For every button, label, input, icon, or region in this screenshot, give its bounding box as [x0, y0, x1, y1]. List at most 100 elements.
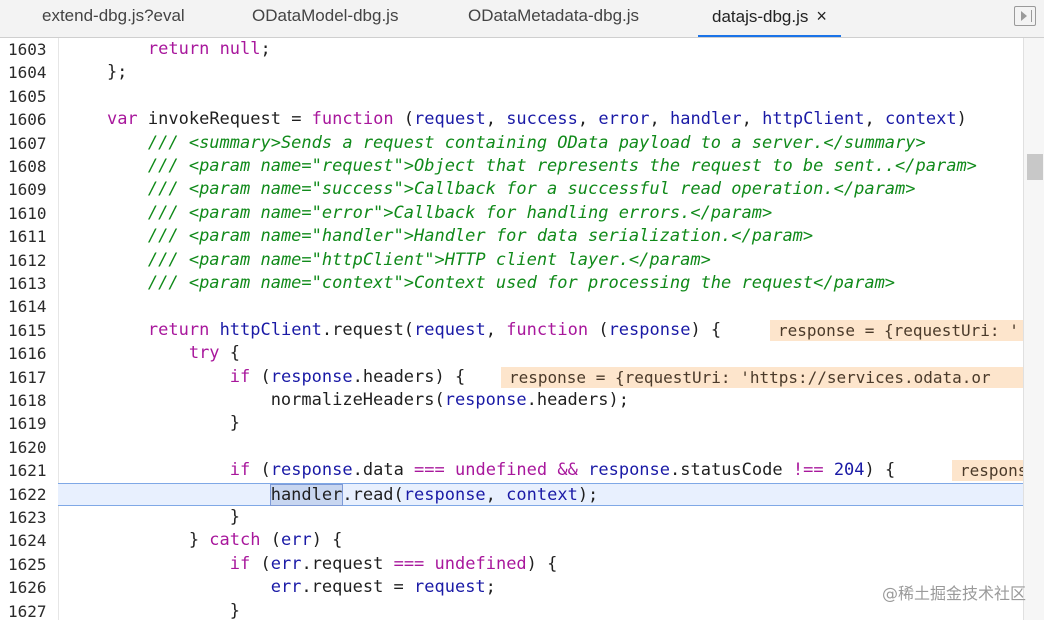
- code-token: response: [270, 366, 353, 387]
- tab-datajs-dbg[interactable]: datajs-dbg.js ×: [698, 0, 841, 37]
- tab-odatametadata-dbg[interactable]: ODataMetadata-dbg.js: [468, 0, 639, 37]
- code-token: ) {: [864, 460, 896, 481]
- code-token: null: [219, 39, 261, 59]
- code-text: if (err.request === undefined) {: [66, 553, 558, 576]
- code-token: .statusCode: [670, 460, 793, 481]
- comment-token: /// <param name="error">Callback for han…: [147, 202, 773, 223]
- code-token: handler: [670, 109, 742, 130]
- comment-token: /// <param name="httpClient">HTTP client…: [147, 249, 711, 270]
- code-text: /// <param name="httpClient">HTTP client…: [66, 249, 711, 272]
- code-line: /// <param name="success">Callback for a…: [0, 178, 1024, 201]
- code-token: (: [250, 460, 271, 481]
- code-token: request: [414, 577, 486, 598]
- code-line: /// <param name="error">Callback for han…: [0, 202, 1024, 225]
- tab-odatamodel-dbg[interactable]: ODataModel-dbg.js: [252, 0, 398, 37]
- code-editor[interactable]: 1603 1604 1605 1606 1607 1608 1609 1610 1611 1612…: [0, 38, 1044, 620]
- code-token: ;: [485, 577, 496, 598]
- code-line: /// <param name="request">Object that re…: [0, 155, 1024, 178]
- code-token: .headers) {: [352, 366, 466, 387]
- code-line: /// <param name="httpClient">HTTP client…: [0, 249, 1024, 272]
- code-token: var: [106, 109, 138, 130]
- code-token: function: [506, 319, 589, 340]
- code-token: request: [414, 109, 486, 130]
- code-token: }: [66, 530, 210, 551]
- code-token: if: [229, 553, 251, 574]
- code-token: ,: [485, 319, 507, 340]
- tab-extend-dbg[interactable]: extend-dbg.js?eval: [42, 0, 185, 37]
- code-text: } catch (err) {: [66, 529, 343, 552]
- code-token: ,: [864, 109, 885, 130]
- code-text: var invokeRequest = function (request, s…: [66, 108, 967, 131]
- code-line: }: [0, 412, 1024, 435]
- code-token: &&: [557, 460, 578, 481]
- close-tab-icon[interactable]: ×: [816, 6, 827, 26]
- code-token: .read(: [342, 484, 404, 505]
- code-token: (: [393, 109, 415, 130]
- code-token: ,: [649, 109, 670, 130]
- inline-value-hint[interactable]: response = {requestUri: 'https://service…: [501, 366, 1024, 388]
- code-token: (: [260, 530, 281, 551]
- line-number[interactable]: 1622: [8, 483, 54, 506]
- code-line: }: [0, 506, 1024, 529]
- code-token: ,: [577, 109, 599, 130]
- tab-label: extend-dbg.js?eval: [42, 6, 185, 25]
- code-token: );: [577, 484, 599, 505]
- code-token: }: [66, 413, 240, 434]
- comment-token: /// <param name="request">Object that re…: [147, 156, 977, 176]
- code-line: };: [0, 61, 1024, 84]
- code-line: normalizeHeaders(response.headers);: [0, 389, 1024, 412]
- code-token: return: [147, 39, 210, 59]
- code-line: return null;: [0, 38, 1024, 61]
- inline-value-hint[interactable]: response: [952, 460, 1024, 482]
- code-line: if (response.data === undefined && respo…: [0, 459, 1024, 482]
- code-text: }: [66, 506, 240, 529]
- code-line: return httpClient.request(request, funct…: [0, 319, 1024, 342]
- code-token: if: [229, 460, 251, 481]
- editor-tab-bar: extend-dbg.js?eval ODataModel-dbg.js ODa…: [0, 0, 1044, 38]
- code-line: if (err.request === undefined) {: [0, 553, 1024, 576]
- code-token: ,: [485, 109, 507, 130]
- tab-label: datajs-dbg.js: [712, 7, 809, 26]
- vertical-scrollbar[interactable]: [1023, 38, 1044, 620]
- code-line: /// <param name="context">Context used f…: [0, 272, 1024, 295]
- watermark: @稀土掘金技术社区: [881, 584, 1026, 603]
- comment-token: /// <param name="context">Context used f…: [147, 273, 896, 293]
- code-token: err: [270, 553, 302, 574]
- code-line: if (response.headers) {response = {reque…: [0, 366, 1024, 389]
- code-token: response: [444, 390, 527, 410]
- code-token: ) {: [311, 530, 343, 551]
- code-token: err: [270, 577, 302, 598]
- current-execution-line: handler.read(response, context);: [58, 482, 1024, 506]
- comment-token: /// <summary>Sends a request containing …: [147, 132, 926, 153]
- code-text: return null;: [66, 38, 271, 61]
- selected-token: handler: [269, 483, 344, 506]
- code-token: httpClient: [762, 109, 865, 130]
- code-token: response: [403, 484, 486, 505]
- code-line: err.request = request;: [0, 576, 1024, 599]
- tab-label: ODataModel-dbg.js: [252, 6, 399, 25]
- code-token: ;: [260, 39, 271, 59]
- code-text: if (response.data === undefined && respo…: [66, 459, 895, 482]
- code-text: try {: [66, 342, 240, 365]
- scrollbar-thumb[interactable]: [1027, 154, 1043, 180]
- code-token: function: [311, 109, 394, 130]
- toggle-panel-button[interactable]: [1014, 6, 1036, 26]
- inline-value-hint[interactable]: response = {requestUri: ': [770, 319, 1024, 341]
- tab-label: ODataMetadata-dbg.js: [468, 6, 640, 25]
- code-token: .request =: [301, 577, 415, 598]
- code-token: ,: [485, 484, 507, 505]
- code-token: normalizeHeaders(: [66, 390, 445, 410]
